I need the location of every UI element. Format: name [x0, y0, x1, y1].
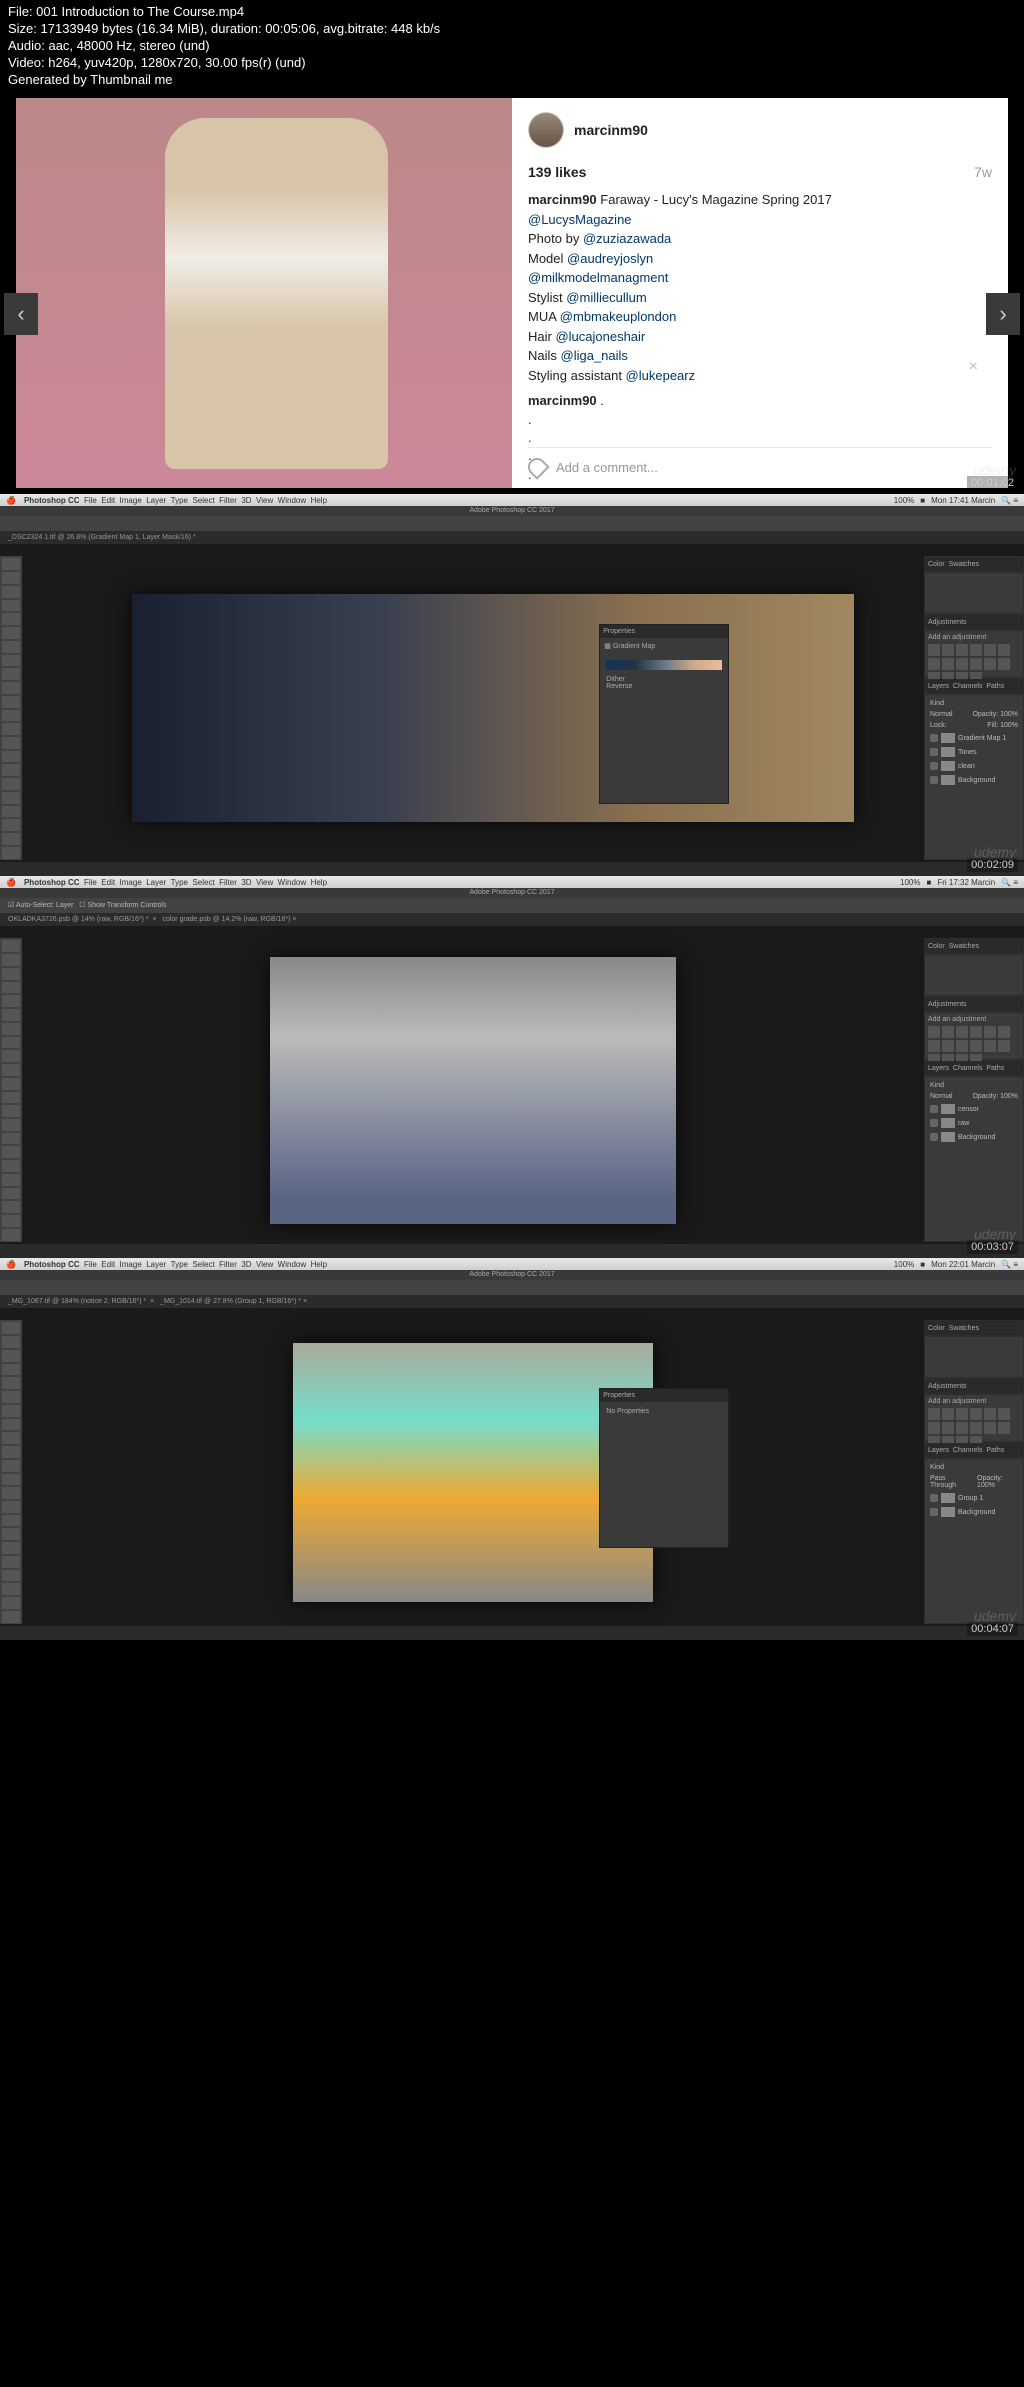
- meta-file: File: 001 Introduction to The Course.mp4: [8, 4, 1016, 21]
- photo-portrait: [270, 957, 676, 1225]
- window-title: Adobe Photoshop CC 2017: [0, 1270, 1024, 1280]
- meta-audio: Audio: aac, 48000 Hz, stereo (und): [8, 38, 1016, 55]
- layer-item[interactable]: clean: [928, 759, 1020, 773]
- layer-item[interactable]: Background: [928, 1505, 1020, 1519]
- close-icon[interactable]: ×: [969, 358, 978, 376]
- prev-arrow[interactable]: ‹: [4, 293, 38, 335]
- right-panels[interactable]: Color Swatches Adjustments Add an adjust…: [924, 938, 1024, 1242]
- timestamp: 00:04:07: [967, 1622, 1018, 1636]
- timestamp: 00:03:07: [967, 1240, 1018, 1254]
- options-bar[interactable]: [0, 1280, 1024, 1296]
- add-comment-input[interactable]: Add a comment...: [556, 460, 658, 475]
- post-age: 7w: [974, 164, 992, 180]
- layer-item[interactable]: Gradient Map 1: [928, 731, 1020, 745]
- like-icon[interactable]: [524, 455, 549, 480]
- status-bar: [0, 1626, 1024, 1640]
- status-bar: [0, 1244, 1024, 1258]
- likes-count[interactable]: 139 likes: [528, 164, 586, 180]
- mac-menubar[interactable]: 🍎Photoshop CC File Edit Image Layer Type…: [0, 494, 1024, 506]
- instagram-panel: marcinm90 139 likes 7w marcinm90 Faraway…: [512, 98, 1008, 488]
- right-panels[interactable]: Color Swatches Adjustments Add an adjust…: [924, 1320, 1024, 1624]
- canvas[interactable]: Properties ▦ Gradient Map DitherReverse: [22, 556, 924, 860]
- next-arrow[interactable]: ›: [986, 293, 1020, 335]
- document-tabs[interactable]: OKLADKA3726.psb @ 14% (raw, RGB/16*) * ×…: [0, 914, 1024, 926]
- post-image: [16, 98, 512, 488]
- status-bar: [0, 862, 1024, 876]
- timestamp: 00:02:09: [967, 858, 1018, 872]
- layer-item[interactable]: raw: [928, 1116, 1020, 1130]
- post-header[interactable]: marcinm90: [528, 112, 992, 148]
- layer-item[interactable]: Background: [928, 773, 1020, 787]
- right-panels[interactable]: Color Swatches Adjustments Add an adjust…: [924, 556, 1024, 860]
- toolbox[interactable]: for(let i=0;i<22;i++)document.write('<di…: [0, 556, 22, 860]
- thumbnail-2-photoshop: 🍎Photoshop CC File Edit Image Layer Type…: [0, 494, 1024, 876]
- toolbox[interactable]: for(let i=0;i<22;i++)document.write('<di…: [0, 938, 22, 1242]
- canvas[interactable]: Properties No Properties: [22, 1320, 924, 1624]
- meta-video: Video: h264, yuv420p, 1280x720, 30.00 fp…: [8, 55, 1016, 72]
- options-bar[interactable]: ☑ Auto-Select: Layer ☐ Show Transform Co…: [0, 898, 1024, 914]
- avatar[interactable]: [528, 112, 564, 148]
- thumbnail-1-instagram: ‹ › marcinm90 139 likes 7w marcinm90 Far…: [0, 92, 1024, 494]
- layer-item[interactable]: Group 1: [928, 1491, 1020, 1505]
- layer-item[interactable]: Background: [928, 1130, 1020, 1144]
- file-metadata: File: 001 Introduction to The Course.mp4…: [0, 0, 1024, 92]
- document-tab[interactable]: _DSC2324 1.tif @ 26.8% (Gradient Map 1, …: [0, 532, 1024, 544]
- properties-panel[interactable]: Properties ▦ Gradient Map DitherReverse: [599, 624, 729, 804]
- thumbnail-3-photoshop: 🍎Photoshop CC File Edit Image Layer Type…: [0, 876, 1024, 1258]
- gradient-preview[interactable]: [606, 660, 722, 670]
- window-title: Adobe Photoshop CC 2017: [0, 506, 1024, 516]
- layer-item[interactable]: Tones: [928, 745, 1020, 759]
- properties-panel[interactable]: Properties No Properties: [599, 1388, 729, 1548]
- toolbox[interactable]: for(let i=0;i<22;i++)document.write('<di…: [0, 1320, 22, 1624]
- layer-item[interactable]: censor: [928, 1102, 1020, 1116]
- canvas[interactable]: [22, 938, 924, 1242]
- mac-menubar[interactable]: 🍎Photoshop CC File Edit Image Layer Type…: [0, 1258, 1024, 1270]
- options-bar[interactable]: [0, 516, 1024, 532]
- meta-generator: Generated by Thumbnail me: [8, 72, 1016, 89]
- thumbnail-4-photoshop: 🍎Photoshop CC File Edit Image Layer Type…: [0, 1258, 1024, 1640]
- username[interactable]: marcinm90: [574, 122, 648, 138]
- mac-menubar[interactable]: 🍎Photoshop CC File Edit Image Layer Type…: [0, 876, 1024, 888]
- photo-portrait: [132, 594, 854, 822]
- meta-size: Size: 17133949 bytes (16.34 MiB), durati…: [8, 21, 1016, 38]
- document-tabs[interactable]: _MG_1067.tif @ 184% (notice 2, RGB/16*) …: [0, 1296, 1024, 1308]
- timestamp: 00:01:02: [967, 476, 1018, 490]
- window-title: Adobe Photoshop CC 2017: [0, 888, 1024, 898]
